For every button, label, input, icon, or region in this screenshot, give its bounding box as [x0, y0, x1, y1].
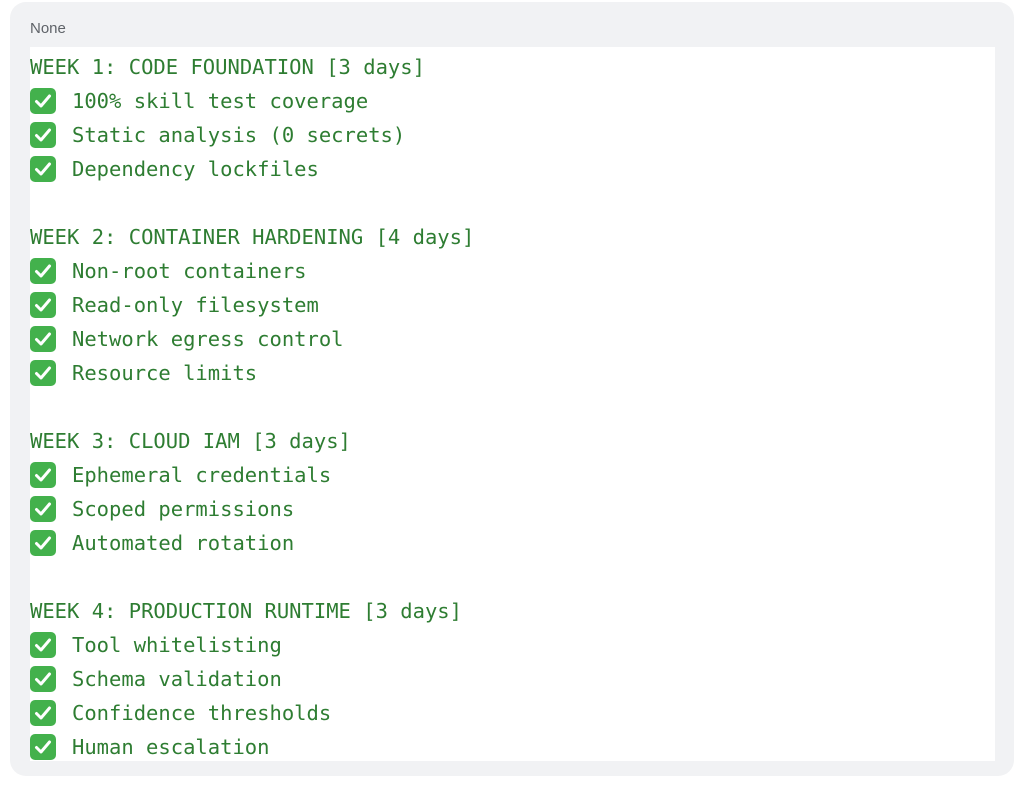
checklist-item-label: Tool whitelisting	[72, 633, 282, 657]
checklist-item: Schema validation	[30, 662, 995, 696]
section-heading: WEEK 4: PRODUCTION RUNTIME [3 days]	[30, 599, 462, 623]
checklist-item: Resource limits	[30, 356, 995, 390]
checklist-item: Scoped permissions	[30, 492, 995, 526]
checklist-item: Human escalation	[30, 730, 995, 764]
checklist-item-label: Ephemeral credentials	[72, 463, 332, 487]
checklist-item-label: Scoped permissions	[72, 497, 295, 521]
checkmark-icon	[30, 122, 56, 148]
checkmark-icon	[30, 360, 56, 386]
checklist-item-label: Network egress control	[72, 327, 344, 351]
section-heading: WEEK 3: CLOUD IAM [3 days]	[30, 429, 351, 453]
checklist-item: 100% skill test coverage	[30, 84, 995, 118]
checklist-item: Non-root containers	[30, 254, 995, 288]
section-heading: WEEK 2: CONTAINER HARDENING [4 days]	[30, 225, 475, 249]
checklist-item: Network egress control	[30, 322, 995, 356]
code-block-card: None WEEK 1: CODE FOUNDATION [3 days] 10…	[10, 2, 1014, 776]
checklist-item-label: Confidence thresholds	[72, 701, 332, 725]
checkmark-icon	[30, 292, 56, 318]
checklist-item-label: Non-root containers	[72, 259, 307, 283]
checklist-item-label: Human escalation	[72, 735, 270, 759]
checklist-item: Confidence thresholds	[30, 696, 995, 730]
checkmark-icon	[30, 326, 56, 352]
checklist-item: Static analysis (0 secrets)	[30, 118, 995, 152]
checklist-item: Automated rotation	[30, 526, 995, 560]
checklist-item-label: Resource limits	[72, 361, 258, 385]
checklist-item-label: 100% skill test coverage	[72, 89, 369, 113]
checklist-item-label: Automated rotation	[72, 531, 295, 555]
code-content[interactable]: WEEK 1: CODE FOUNDATION [3 days] 100% sk…	[30, 47, 995, 761]
checkmark-icon	[30, 496, 56, 522]
checkmark-icon	[30, 700, 56, 726]
checkmark-icon	[30, 88, 56, 114]
checklist-item-label: Read-only filesystem	[72, 293, 319, 317]
section-heading: WEEK 1: CODE FOUNDATION [3 days]	[30, 55, 425, 79]
checkmark-icon	[30, 462, 56, 488]
code-language-label: None	[30, 20, 66, 37]
checkmark-icon	[30, 156, 56, 182]
checklist-item: Ephemeral credentials	[30, 458, 995, 492]
checkmark-icon	[30, 666, 56, 692]
checklist-item-label: Dependency lockfiles	[72, 157, 319, 181]
checkmark-icon	[30, 530, 56, 556]
checkmark-icon	[30, 258, 56, 284]
checklist-item: Tool whitelisting	[30, 628, 995, 662]
checklist-item-label: Schema validation	[72, 667, 282, 691]
checklist-item: Read-only filesystem	[30, 288, 995, 322]
checkmark-icon	[30, 734, 56, 760]
checkmark-icon	[30, 632, 56, 658]
checklist-item-label: Static analysis (0 secrets)	[72, 123, 406, 147]
checklist-item: Dependency lockfiles	[30, 152, 995, 186]
